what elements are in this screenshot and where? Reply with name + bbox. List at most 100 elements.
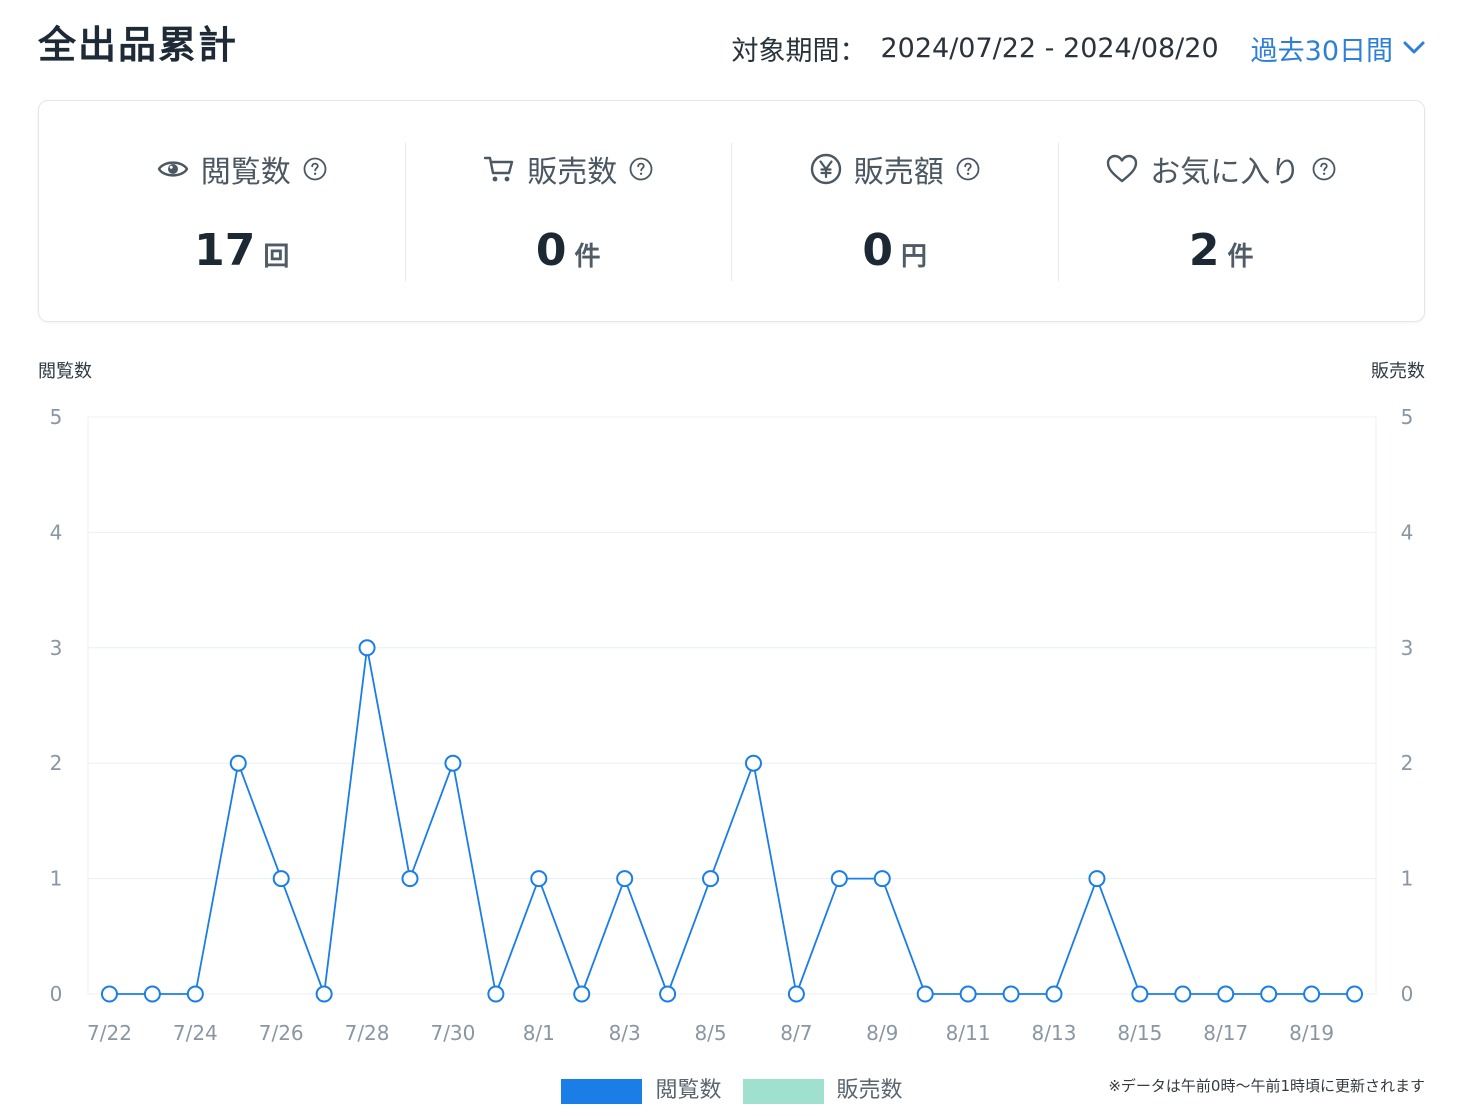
stat-number: 17 — [194, 225, 256, 276]
question-circle-icon[interactable] — [1312, 157, 1336, 181]
stat-unit: 件 — [574, 242, 601, 272]
stat-label: 販売額 — [853, 155, 944, 190]
yen-circle-icon — [810, 153, 842, 185]
y-axis-tick-label-left: 4 — [50, 520, 63, 544]
x-axis-tick-label: 8/5 — [694, 1021, 726, 1045]
period-select-value: 過去30日間 — [1250, 35, 1393, 67]
views-point — [272, 870, 290, 888]
views-point — [1088, 870, 1106, 888]
y-axis-tick-label-right: 3 — [1401, 636, 1414, 660]
x-axis-tick-label: 8/9 — [866, 1021, 898, 1045]
y-axis-tick-label-left: 1 — [50, 867, 63, 891]
views-line — [109, 646, 1355, 995]
chart-canvas: 0 1 2 3 4 5 0 1 2 3 4 5 7/22 7/24 7/26 7/28 7/30 8/1 8/3 8/… — [50, 405, 1414, 1045]
x-axis-tick-label: 8/13 — [1032, 1021, 1077, 1045]
views-point — [229, 754, 247, 772]
stat-number: 2 — [1188, 225, 1220, 276]
x-axis-tick-label: 8/15 — [1117, 1021, 1162, 1045]
stat-favorites: お気に入り 2 件 — [1057, 143, 1385, 281]
stat-sales-count-header: 販売数 — [406, 151, 732, 190]
y-axis-title-right: 販売数 — [1371, 361, 1425, 382]
stat-views: 閲覧数 17 回 — [79, 143, 405, 281]
x-axis-tick-label: 8/1 — [523, 1021, 555, 1045]
x-axis-tick-label: 7/24 — [173, 1021, 218, 1045]
stat-label: 販売数 — [527, 155, 618, 190]
views-point — [1303, 985, 1321, 1003]
views-point — [1002, 985, 1020, 1003]
views-point — [315, 985, 333, 1003]
question-circle-icon[interactable] — [956, 157, 980, 181]
views-point — [959, 985, 977, 1003]
stat-sales-count-value: 0 件 — [406, 223, 732, 279]
heart-icon — [1106, 154, 1138, 184]
x-axis-tick-label: 8/17 — [1203, 1021, 1248, 1045]
views-point — [444, 754, 462, 772]
page-title: 全出品累計 — [38, 23, 239, 67]
legend-item-sales[interactable]: 販売数 — [742, 1078, 903, 1104]
views-point — [143, 985, 161, 1003]
period-range: 2024/07/22 - 2024/08/20 — [880, 32, 1219, 64]
stat-views-header: 閲覧数 — [79, 151, 405, 190]
views-point — [830, 870, 848, 888]
question-circle-icon[interactable] — [303, 157, 327, 181]
stat-favorites-header: お気に入り — [1059, 151, 1385, 190]
x-axis-tick-label: 7/30 — [430, 1021, 475, 1045]
y-axis-tick-label-right: 5 — [1401, 405, 1414, 429]
x-axis-tick-label: 8/7 — [780, 1021, 812, 1045]
legend-swatch-sales — [742, 1078, 824, 1104]
y-axis-tick-label-left: 2 — [50, 751, 63, 775]
stat-sales-amount: 販売額 0 円 — [731, 143, 1058, 281]
legend-label-views: 閲覧数 — [655, 1078, 722, 1103]
cart-icon — [483, 154, 515, 184]
y-axis-tick-label-left: 3 — [50, 636, 63, 660]
stat-favorites-value: 2 件 — [1059, 223, 1385, 279]
views-point — [1131, 985, 1149, 1003]
stat-label: お気に入り — [1150, 155, 1301, 190]
views-point — [1217, 985, 1235, 1003]
y-axis-tick-label-right: 1 — [1401, 867, 1414, 891]
x-axis-tick-label: 8/19 — [1289, 1021, 1334, 1045]
question-circle-icon[interactable] — [629, 157, 653, 181]
stat-views-value: 17 回 — [79, 223, 405, 279]
period-bar: 対象期間： 2024/07/22 - 2024/08/20 過去30日間 — [731, 29, 1425, 68]
dashboard-page: 全出品累計 対象期間： 2024/07/22 - 2024/08/20 過去30… — [0, 0, 1464, 1116]
chevron-down-icon — [1403, 41, 1425, 55]
views-point — [530, 870, 548, 888]
stat-number: 0 — [535, 225, 567, 276]
views-point — [401, 870, 419, 888]
stat-sales-amount-value: 0 円 — [732, 223, 1058, 279]
legend-item-views[interactable]: 閲覧数 — [561, 1078, 722, 1104]
views-point — [787, 985, 805, 1003]
stat-label: 閲覧数 — [200, 155, 291, 190]
views-point — [100, 985, 118, 1003]
y-axis-tick-label-left: 0 — [50, 982, 63, 1006]
stat-unit: 円 — [901, 242, 928, 272]
y-axis-tick-label-right: 0 — [1401, 982, 1414, 1006]
views-point — [186, 985, 204, 1003]
period-label: 対象期間： — [731, 35, 867, 67]
views-point — [1174, 985, 1192, 1003]
stat-sales-count: 販売数 0 件 — [404, 143, 732, 281]
views-point — [702, 870, 720, 888]
update-note: ※データは午前0時〜午前1時頃に更新されます — [1108, 1077, 1425, 1095]
y-axis-title-left: 閲覧数 — [38, 361, 92, 382]
x-axis-tick-label: 7/26 — [259, 1021, 304, 1045]
views-sales-chart: 0 1 2 3 4 5 0 1 2 3 4 5 7/22 7/24 7/26 7/28 7/30 8/1 8/3 8/… — [0, 390, 1464, 1060]
x-axis-tick-label: 7/22 — [87, 1021, 132, 1045]
stat-unit: 回 — [263, 242, 290, 272]
stats-card: 閲覧数 17 回 販売数 0 件 販売額 0 円 お気に入り 2 件 — [38, 100, 1425, 322]
stat-unit: 件 — [1227, 242, 1254, 272]
x-axis-tick-label: 8/3 — [609, 1021, 641, 1045]
views-point — [1045, 985, 1063, 1003]
stat-number: 0 — [862, 225, 894, 276]
x-axis-tick-label: 8/11 — [946, 1021, 991, 1045]
x-axis-tick-label: 7/28 — [345, 1021, 390, 1045]
y-axis-tick-label-right: 4 — [1401, 520, 1414, 544]
views-point — [1260, 985, 1278, 1003]
views-point — [616, 870, 634, 888]
period-select-dropdown[interactable]: 過去30日間 — [1251, 29, 1425, 68]
views-point — [873, 870, 891, 888]
y-axis-tick-label-left: 5 — [50, 405, 63, 429]
legend-label-sales: 販売数 — [836, 1078, 903, 1103]
views-point — [1346, 985, 1364, 1003]
